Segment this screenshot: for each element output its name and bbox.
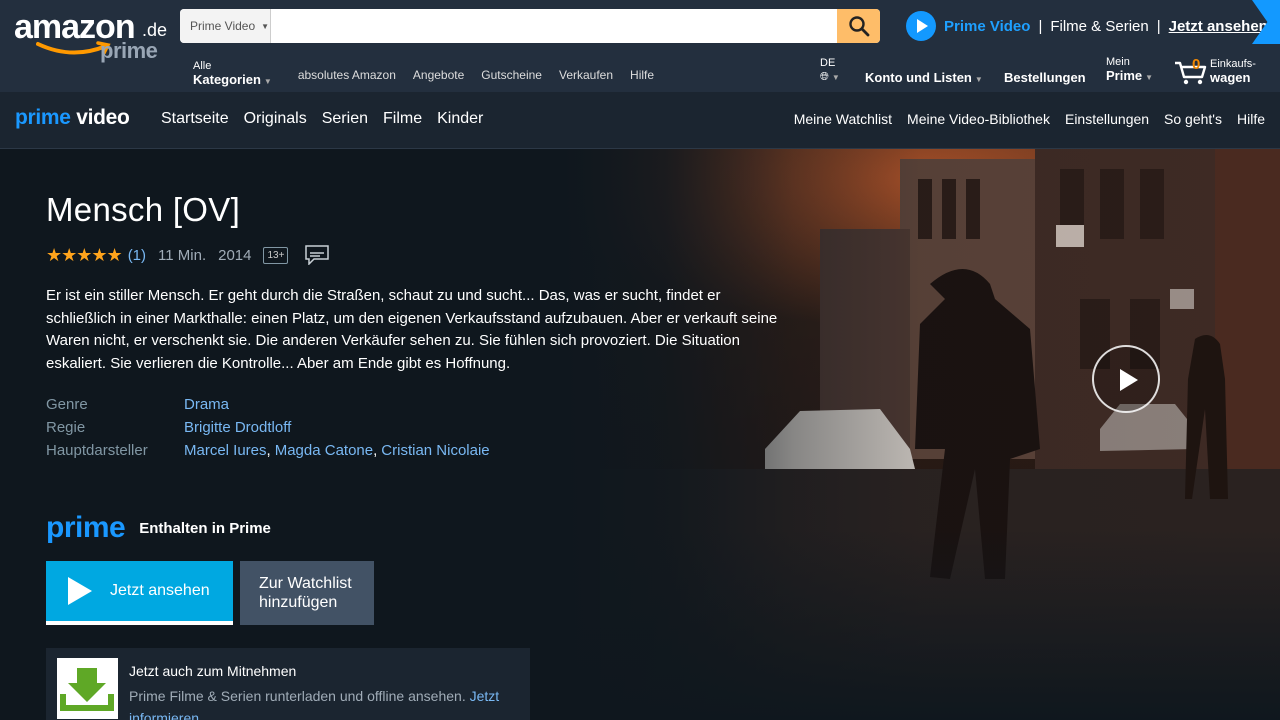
watchlist-label: Zur Watchlist hinzufügen — [259, 574, 352, 612]
all-categories-button[interactable]: Alle Kategorien ▼ — [193, 60, 272, 88]
chevron-down-icon: ▼ — [974, 75, 983, 84]
search-department-select[interactable]: Prime Video ▼ — [180, 9, 271, 43]
pv-nav-left: Startseite Originals Serien Filme Kinder — [161, 110, 483, 128]
nav-how-it-works[interactable]: So geht's — [1164, 111, 1222, 127]
promo-text: Filme & Serien — [1050, 17, 1149, 35]
cart-count: 0 — [1192, 56, 1201, 73]
rating-stars[interactable]: ★★★★★ — [46, 245, 123, 266]
synopsis: Er ist ein stiller Mensch. Er geht durch… — [46, 287, 778, 372]
cart-label: Einkaufs- wagen — [1210, 58, 1256, 86]
prime-video-logo[interactable]: prime video — [15, 106, 130, 130]
cast-link-3[interactable]: Cristian Nicolaie — [381, 439, 489, 462]
search-icon — [848, 16, 869, 37]
play-icon — [68, 577, 92, 605]
promo-link[interactable]: Jetzt ansehen — [1169, 18, 1268, 35]
add-to-watchlist-button[interactable]: Zur Watchlist hinzufügen — [240, 561, 374, 625]
nav-item-gutscheine[interactable]: Gutscheine — [481, 68, 542, 88]
cart-icon — [1175, 61, 1207, 85]
watchlist-label-line1: Zur Watchlist — [259, 575, 352, 592]
tab-originals[interactable]: Originals — [244, 110, 307, 128]
cast-separator: , — [266, 442, 271, 459]
pv-logo-blue: prime — [15, 106, 71, 129]
credits-cast-row: Hauptdarsteller Marcel Iures, Magda Cato… — [46, 439, 490, 462]
cart-label-line2: wagen — [1210, 70, 1251, 85]
nav-help[interactable]: Hilfe — [1237, 111, 1265, 127]
cast-label: Hauptdarsteller — [46, 442, 148, 459]
nav-item-absolutes-amazon[interactable]: absolutes Amazon — [298, 68, 396, 88]
tab-filme[interactable]: Filme — [383, 110, 422, 128]
chevron-down-icon: ▼ — [261, 21, 270, 31]
genre-label: Genre — [46, 396, 88, 413]
my-prime-line2: Prime — [1106, 68, 1143, 83]
tab-serien[interactable]: Serien — [322, 110, 368, 128]
watchlist-label-line2: hinzufügen — [259, 594, 338, 611]
logo-prime: prime — [100, 38, 158, 63]
nav-item-angebote[interactable]: Angebote — [413, 68, 464, 88]
all-categories-line2: Kategorien — [193, 72, 261, 87]
cast-separator: , — [373, 442, 378, 459]
my-prime-menu[interactable]: Mein Prime ▼ — [1106, 56, 1153, 88]
cart-button[interactable]: 0 Einkaufs- wagen — [1174, 56, 1280, 88]
globe-icon: 🌐︎ — [820, 71, 829, 83]
amazon-header: amazon .de prime Prime Video ▼ Prime Vid… — [0, 0, 1280, 92]
language-selector[interactable]: DE 🌐︎ ▼ — [820, 56, 856, 88]
page-title: Mensch [OV] — [46, 191, 241, 228]
rating-count[interactable]: (1) — [128, 247, 146, 264]
nav-item-hilfe[interactable]: Hilfe — [630, 68, 654, 88]
account-label: Konto und Listen — [865, 70, 972, 85]
watch-now-label: Jetzt ansehen — [110, 582, 210, 599]
cast-link-1[interactable]: Marcel Iures — [184, 439, 267, 462]
genre-link[interactable]: Drama — [184, 393, 229, 416]
title-hero: Mensch [OV] ★★★★★ (1) 11 Min. 2014 13+ E… — [0, 149, 1280, 720]
prime-included-badge: prime Enthalten in Prime — [46, 511, 271, 545]
trailer-play-button[interactable] — [1092, 345, 1160, 413]
director-link[interactable]: Brigitte Drodtloff — [184, 416, 291, 439]
promo-separator-2: | — [1156, 17, 1161, 35]
nav-video-library[interactable]: Meine Video-Bibliothek — [907, 111, 1050, 127]
tab-kinder[interactable]: Kinder — [437, 110, 483, 128]
department-label: Prime Video — [190, 19, 256, 33]
language-code: DE — [820, 57, 836, 69]
credits-director-row: Regie Brigitte Drodtloff — [46, 416, 490, 439]
download-info-box: Jetzt auch zum Mitnehmen Prime Filme & S… — [46, 648, 530, 720]
download-text: Prime Filme & Serien runterladen und off… — [129, 685, 524, 720]
amazon-prime-logo[interactable]: amazon .de prime — [14, 8, 174, 64]
prime-logo: prime — [46, 511, 126, 544]
download-heading: Jetzt auch zum Mitnehmen — [129, 663, 297, 679]
download-description: Prime Filme & Serien runterladen und off… — [129, 688, 470, 704]
chevron-down-icon: ▼ — [1145, 73, 1154, 82]
chevron-down-icon: ▼ — [263, 77, 272, 86]
download-icon — [57, 658, 118, 719]
age-rating-badge: 13+ — [263, 246, 289, 264]
credits: Genre Drama Regie Brigitte Drodtloff Hau… — [46, 393, 490, 462]
title-meta: ★★★★★ (1) 11 Min. 2014 13+ — [46, 243, 330, 267]
credits-genre-row: Genre Drama — [46, 393, 490, 416]
search-input[interactable] — [271, 9, 837, 43]
duration: 11 Min. — [158, 246, 207, 264]
release-year: 2014 — [218, 246, 252, 264]
included-in-prime: Enthalten in Prime — [139, 519, 271, 537]
search-bar: Prime Video ▼ — [180, 9, 880, 43]
director-label: Regie — [46, 419, 86, 436]
subtitles-icon — [305, 245, 330, 265]
promo-brand: Prime Video — [944, 17, 1031, 35]
nav-watchlist[interactable]: Meine Watchlist — [794, 111, 892, 127]
search-button[interactable] — [837, 9, 880, 43]
cast-link-2[interactable]: Magda Catone — [275, 439, 373, 462]
nav-settings[interactable]: Einstellungen — [1065, 111, 1149, 127]
play-circle-icon — [906, 11, 936, 41]
prime-video-nav: prime video Startseite Originals Serien … — [0, 92, 1280, 149]
category-nav: Alle Kategorien ▼ absolutes Amazon Angebo… — [193, 56, 671, 88]
watch-now-button[interactable]: Jetzt ansehen — [46, 561, 233, 625]
chevron-down-icon: ▼ — [831, 73, 840, 82]
tab-startseite[interactable]: Startseite — [161, 110, 229, 128]
prime-video-promo[interactable]: Prime Video | Filme & Serien | Jetzt ans… — [906, 10, 1268, 42]
promo-separator: | — [1038, 17, 1043, 35]
nav-item-verkaufen[interactable]: Verkaufen — [559, 68, 613, 88]
pv-nav-right: Meine Watchlist Meine Video-Bibliothek E… — [794, 111, 1265, 127]
pv-logo-white: video — [76, 106, 130, 129]
